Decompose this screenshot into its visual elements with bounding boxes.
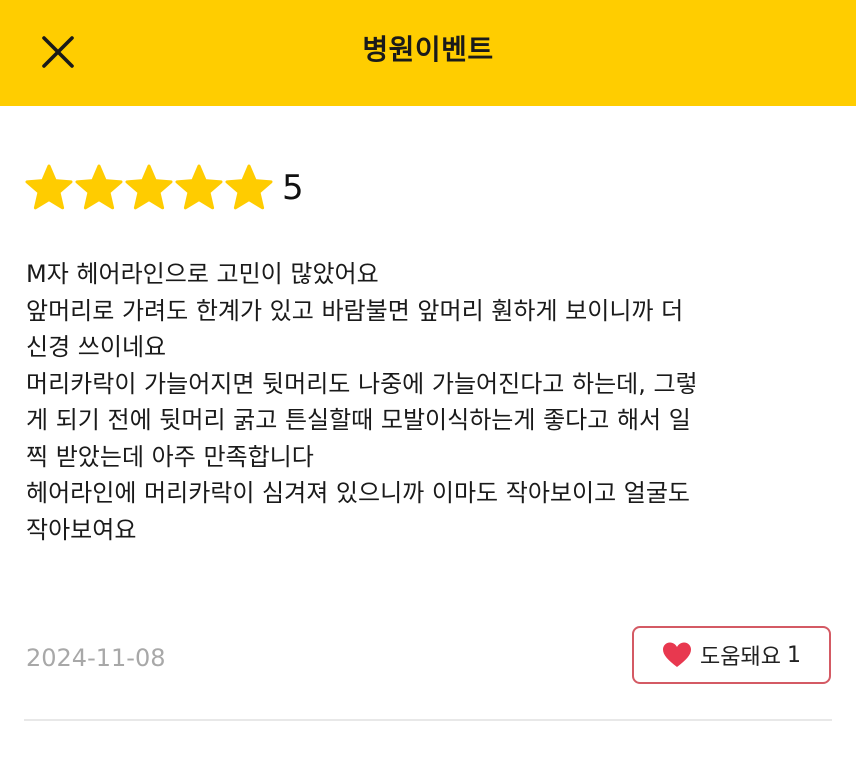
- review-date: 2024-11-08: [26, 644, 166, 672]
- star-icon: [124, 163, 174, 213]
- divider: [24, 719, 832, 721]
- close-button[interactable]: [36, 30, 80, 74]
- star-icon: [74, 163, 124, 213]
- review-line: M자 헤어라인으로 고민이 많았어요: [26, 260, 379, 288]
- helpful-label: 도움돼요: [700, 645, 781, 670]
- review-text: M자 헤어라인으로 고민이 많았어요앞머리로 가려도 한계가 있고 바람불면 앞…: [26, 256, 831, 548]
- review-line: 앞머리로 가려도 한계가 있고 바람불면 앞머리 훤하게 보이니까 더: [26, 296, 684, 325]
- review-line: 신경 쓰이네요: [26, 333, 167, 361]
- review-line: 게 되기 전에 뒷머리 굵고 튼실할때 모발이식하는게 좋다고 해서 일: [26, 406, 691, 434]
- helpful-button[interactable]: 도움돼요 1: [632, 626, 831, 684]
- star-icon: [224, 163, 274, 213]
- star-rating: [24, 163, 274, 213]
- helpful-count: 1: [786, 642, 801, 668]
- star-icon: [24, 163, 74, 213]
- review-line: 헤어라인에 머리카락이 심겨져 있으니까 이마도 작아보이고 얼굴도: [26, 479, 691, 507]
- app-header: 병원이벤트: [0, 0, 856, 106]
- review-line: 머리카락이 가늘어지면 뒷머리도 나중에 가늘어진다고 하는데, 그렇: [26, 369, 698, 398]
- review-line: 작아보여요: [26, 515, 137, 544]
- heart-icon: [662, 641, 692, 669]
- page-title: 병원이벤트: [362, 33, 494, 66]
- close-icon: [42, 36, 74, 68]
- star-icon: [174, 163, 224, 213]
- review-line: 찍 받았는데 아주 만족합니다: [26, 442, 314, 471]
- rating-row: 5: [24, 162, 304, 214]
- rating-value: 5: [282, 168, 304, 208]
